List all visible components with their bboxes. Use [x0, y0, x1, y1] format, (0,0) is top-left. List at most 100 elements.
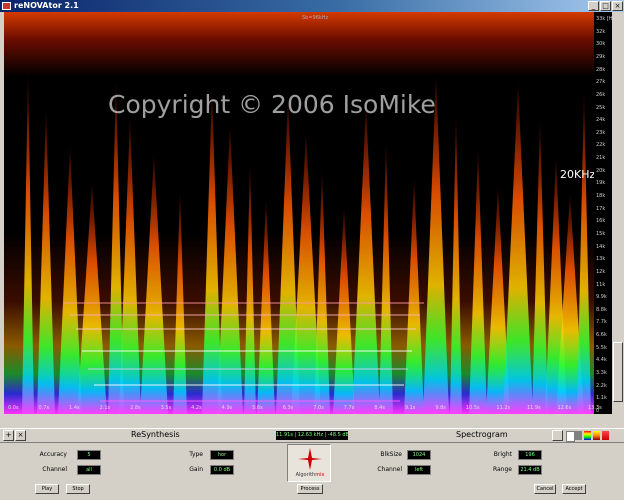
spectrogram-channel-label: Channel: [377, 466, 402, 473]
y-tick-label: 22k: [596, 142, 606, 149]
algorithmix-logo: Algorithmix: [287, 444, 331, 482]
scrollbar-thumb[interactable]: [613, 342, 623, 402]
x-tick-label: 9.8s: [435, 405, 446, 411]
y-tick-label: 26k: [596, 91, 606, 98]
x-tick-label: 12.6s: [557, 405, 572, 411]
x-tick-label: 2.8s: [130, 405, 141, 411]
expand-button[interactable]: +: [3, 430, 14, 441]
play-button[interactable]: Play: [35, 484, 59, 494]
y-tick-label: 18k: [596, 193, 606, 200]
y-tick-label: 17k: [596, 205, 606, 212]
range-field[interactable]: 21.4 dB: [518, 465, 542, 475]
palette-white-icon[interactable]: [566, 431, 575, 442]
stop-button[interactable]: Stop: [66, 484, 90, 494]
y-tick-label: 2.2k: [596, 382, 607, 389]
gain-field[interactable]: 0.0 dB: [210, 465, 234, 475]
type-field[interactable]: hor: [210, 450, 234, 460]
y-tick-label: 20k: [596, 167, 606, 174]
blksize-field[interactable]: 1024: [407, 450, 431, 460]
y-tick-label: 7.7k: [596, 319, 607, 326]
spectrogram-top-label: Sb=96kHz: [302, 15, 329, 21]
spectrogram-title: Spectrogram: [456, 430, 508, 439]
y-tick-label: 24k: [596, 117, 606, 124]
harmonic-band: [94, 384, 404, 386]
resynthesis-channel-label: Channel: [42, 466, 67, 473]
minimize-button[interactable]: _: [588, 1, 599, 11]
section-toolbar: + × ReSynthesis 11.91s | 12.63 kHz | -48…: [0, 428, 624, 443]
x-tick-label: 7.0s: [313, 405, 324, 411]
logo-text-b: mix: [315, 472, 325, 478]
y-tick-label: 23k: [596, 129, 606, 136]
y-tick-label: 30k: [596, 41, 606, 48]
vertical-scrollbar[interactable]: [612, 12, 624, 414]
process-button[interactable]: Process: [297, 484, 323, 494]
harmonic-band: [76, 328, 416, 330]
palette-red-icon[interactable]: [602, 431, 609, 440]
harmonic-band: [82, 350, 412, 352]
harmonic-band: [100, 400, 400, 402]
window-title: reNOVAtor 2.1: [14, 1, 79, 10]
close-panel-button[interactable]: ×: [15, 430, 26, 441]
y-tick-label: 15k: [596, 230, 606, 237]
x-tick-label: 7.7s: [343, 405, 355, 411]
copyright-watermark: Copyright © 2006 IsoMike: [108, 90, 436, 119]
palette-gray-icon[interactable]: [575, 431, 582, 440]
palette-rainbow-icon[interactable]: [584, 431, 591, 440]
y-tick-label: 12k: [596, 268, 606, 275]
close-button[interactable]: ×: [612, 1, 623, 11]
gain-label: Gain: [189, 466, 203, 473]
cancel-button[interactable]: Cancel: [534, 484, 556, 494]
x-tick-label: 8.4s: [374, 405, 385, 411]
range-label: Range: [492, 466, 512, 473]
y-tick-label: 21k: [596, 155, 606, 162]
y-tick-label: 5.5k: [596, 344, 607, 351]
resynthesis-title: ReSynthesis: [131, 430, 180, 439]
title-bar: reNOVAtor 2.1 _ □ ×: [0, 0, 624, 12]
logo-text-a: Algorith: [295, 472, 316, 478]
harmonic-band: [70, 314, 420, 316]
x-tick-label: 4.2s: [191, 405, 202, 411]
x-tick-label: 1.4s: [69, 405, 80, 411]
x-tick-label: 0.7s: [38, 405, 50, 411]
app-icon: [2, 2, 11, 10]
x-tick-label: 9.1s: [404, 405, 416, 411]
harmonic-band: [88, 368, 408, 370]
y-tick-label: 6.6k: [596, 332, 607, 339]
x-tick-label: 2.1s: [99, 405, 111, 411]
x-tick-label: 3.5s: [160, 405, 172, 411]
y-tick-label: 8.8k: [596, 306, 607, 313]
logo-star-icon: [298, 448, 322, 470]
harmonic-band: [64, 302, 424, 304]
accept-button[interactable]: Accept: [562, 484, 586, 494]
bright-field[interactable]: 196: [518, 450, 542, 460]
y-tick-label: 11k: [596, 281, 606, 288]
y-tick-label: 9.9k: [596, 294, 607, 301]
spectrogram-view[interactable]: Sb=96kHz Copyright © 2006 IsoMike 20KHz: [4, 12, 594, 414]
y-tick-label: 3.3k: [596, 370, 607, 377]
accuracy-field[interactable]: 5: [77, 450, 101, 460]
y-tick-label: 27k: [596, 79, 606, 86]
spectrogram-image: [4, 12, 594, 414]
view-mode-icon[interactable]: [552, 430, 563, 441]
y-tick-label: 1.1k: [596, 395, 607, 402]
palette-fire-icon[interactable]: [593, 431, 600, 440]
x-tick-label: 4.9s: [221, 405, 233, 411]
x-tick-label: 11.2s: [496, 405, 511, 411]
type-label: Type: [189, 451, 203, 458]
frequency-marker-label: 20KHz: [560, 168, 594, 181]
x-tick-label: 11.9s: [526, 405, 541, 411]
maximize-button[interactable]: □: [600, 1, 611, 11]
resynthesis-channel-field[interactable]: all: [77, 465, 101, 475]
y-tick-label: 32k: [596, 28, 606, 35]
y-tick-label: 19k: [596, 180, 606, 187]
y-tick-label: 4.4k: [596, 357, 607, 364]
bright-label: Bright: [493, 451, 512, 458]
accuracy-label: Accuracy: [39, 451, 67, 458]
blksize-label: BlkSize: [380, 451, 402, 458]
spectrogram-channel-field[interactable]: left: [407, 465, 431, 475]
y-tick-label: 14k: [596, 243, 606, 250]
y-tick-label: 13k: [596, 256, 606, 263]
x-tick-label: 10.5s: [465, 405, 480, 411]
y-tick-label: 25k: [596, 104, 606, 111]
y-tick-label: 28k: [596, 66, 606, 73]
